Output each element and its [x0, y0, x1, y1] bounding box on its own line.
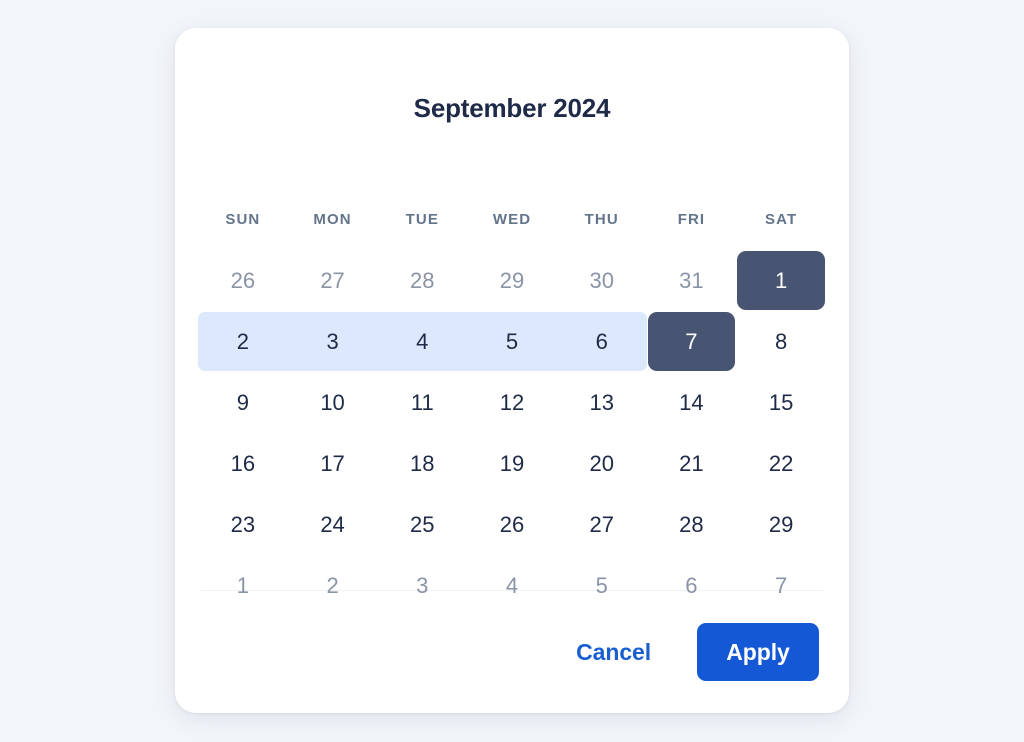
day-number: 11 [410, 389, 434, 415]
day-cell[interactable]: 6 [556, 311, 647, 372]
weekday-label-fri: FRI [677, 210, 706, 228]
weekday-label-sat: SAT [765, 210, 798, 228]
day-number: 22 [768, 450, 794, 476]
day-cell[interactable]: 25 [377, 494, 467, 555]
day-grid: 26 27 28 29 30 31 1 2 3 4 5 6 7 8 9 10 11 12 13 14 15 16 17 18 1… [198, 250, 826, 616]
day-cell[interactable]: 12 [467, 372, 557, 433]
weekday-label-tue: TUE [405, 210, 439, 228]
day-number: 15 [768, 389, 794, 415]
day-number: 9 [236, 389, 249, 415]
day-cell[interactable]: 28 [647, 494, 737, 555]
day-number: 16 [230, 450, 256, 476]
day-number: 26 [230, 267, 256, 293]
month-year-title: September 2024 [413, 92, 611, 123]
day-number: 20 [589, 450, 614, 476]
day-cell[interactable]: 29 [467, 250, 557, 311]
day-cell[interactable]: 23 [198, 494, 288, 555]
day-cell[interactable]: 28 [377, 250, 467, 311]
day-cell[interactable]: 27 [557, 494, 647, 555]
day-cell[interactable]: 18 [377, 433, 467, 494]
day-number: 2 [236, 328, 249, 354]
day-cell[interactable]: 30 [557, 250, 647, 311]
day-cell[interactable]: 15 [736, 372, 826, 433]
day-cell[interactable]: 16 [198, 433, 288, 494]
day-cell[interactable]: 4 [377, 311, 467, 372]
day-cell[interactable]: 27 [288, 250, 378, 311]
page-root: September 2024 SUN MON TUE WED THU FRI SAT 26 2… [0, 0, 1024, 742]
day-cell[interactable]: 20 [557, 433, 647, 494]
day-number: 10 [320, 389, 345, 415]
day-number: 1 [775, 267, 788, 293]
day-number: 4 [416, 328, 429, 354]
day-cell[interactable]: 19 [467, 433, 557, 494]
weekday-label-thu: THU [584, 210, 619, 228]
day-number: 17 [320, 450, 345, 476]
day-cell[interactable]: 22 [736, 433, 826, 494]
day-cell[interactable]: 8 [736, 311, 826, 372]
day-cell[interactable]: 3 [287, 311, 378, 372]
day-number: 29 [768, 511, 794, 537]
day-number: 12 [499, 389, 525, 415]
day-number: 1 [236, 572, 249, 598]
day-number: 7 [775, 572, 788, 598]
day-number: 4 [505, 572, 519, 598]
day-cell[interactable]: 24 [288, 494, 378, 555]
day-number: 23 [230, 511, 256, 537]
day-number: 3 [326, 328, 339, 354]
day-number: 8 [775, 328, 788, 354]
date-picker-card: September 2024 SUN MON TUE WED THU FRI SAT 26 2… [175, 28, 849, 713]
day-cell[interactable]: 14 [647, 372, 737, 433]
calendar-header: September 2024 [175, 28, 849, 188]
day-number: 28 [410, 267, 435, 293]
day-number: 28 [679, 511, 704, 537]
day-number: 18 [410, 450, 435, 476]
day-cell[interactable]: 21 [647, 433, 737, 494]
day-number: 27 [589, 511, 614, 537]
day-number: 30 [589, 267, 614, 293]
day-number: 24 [320, 511, 345, 537]
cancel-button[interactable]: Cancel [562, 629, 665, 676]
day-cell[interactable]: 1 [736, 250, 826, 311]
day-cell[interactable]: 26 [198, 250, 288, 311]
day-number: 14 [679, 389, 704, 415]
day-number: 7 [685, 328, 698, 354]
day-cell[interactable]: 29 [736, 494, 826, 555]
day-number: 27 [320, 267, 345, 293]
weekday-header-row: SUN MON TUE WED THU FRI SAT [198, 188, 826, 250]
calendar-footer: Cancel Apply [175, 591, 849, 713]
day-number: 6 [685, 572, 698, 598]
day-cell[interactable]: 17 [288, 433, 378, 494]
day-cell[interactable]: 13 [557, 372, 647, 433]
day-cell[interactable]: 7 [647, 311, 737, 372]
weekday-label-wed: WED [492, 210, 532, 228]
day-cell[interactable]: 11 [377, 372, 467, 433]
apply-button[interactable]: Apply [697, 623, 819, 681]
day-number: 5 [595, 572, 608, 598]
day-number: 25 [410, 511, 435, 537]
weekday-label-sun: SUN [225, 210, 261, 228]
day-number: 26 [499, 511, 525, 537]
day-cell[interactable]: 31 [647, 250, 737, 311]
day-number: 29 [499, 267, 525, 293]
day-cell[interactable]: 26 [467, 494, 557, 555]
day-cell[interactable]: 2 [198, 311, 288, 372]
day-number: 6 [595, 328, 608, 354]
day-number: 2 [326, 572, 339, 598]
day-cell[interactable]: 9 [198, 372, 288, 433]
day-number: 5 [505, 328, 519, 354]
day-cell[interactable]: 10 [288, 372, 378, 433]
day-number: 13 [589, 389, 614, 415]
day-number: 19 [499, 450, 525, 476]
day-number: 21 [679, 450, 704, 476]
day-cell[interactable]: 5 [467, 311, 557, 372]
day-number: 31 [679, 267, 704, 293]
weekday-label-mon: MON [313, 210, 352, 228]
day-number: 3 [416, 572, 429, 598]
